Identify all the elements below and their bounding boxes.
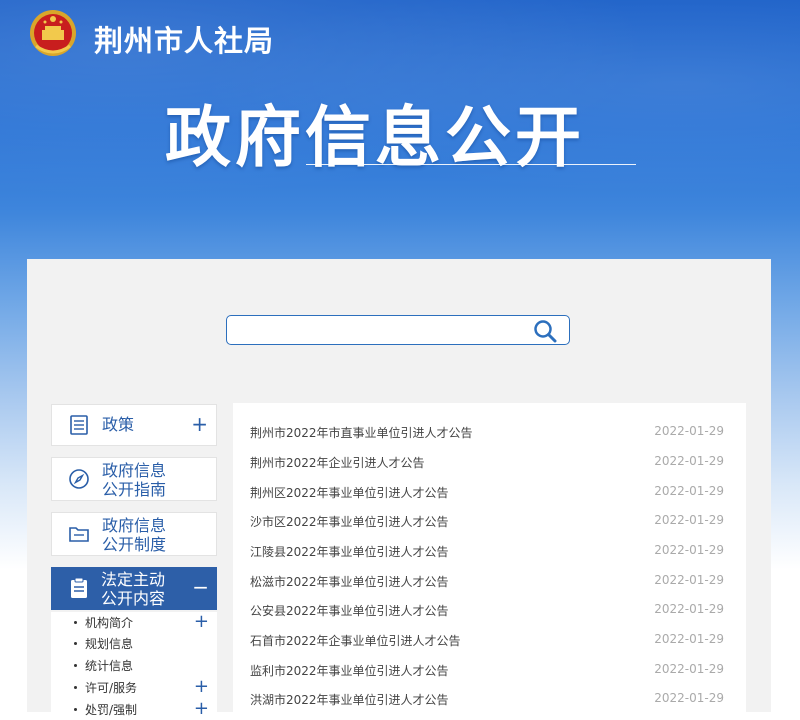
sidebar-item-policy[interactable]: 政策 + xyxy=(51,404,217,446)
article-date: 2022-01-29 xyxy=(654,632,724,646)
list-item[interactable]: 沙市区2022年事业单位引进人才公告 2022-01-29 xyxy=(233,507,746,537)
bullet-icon xyxy=(74,686,77,689)
expand-plus-icon[interactable]: + xyxy=(194,612,209,632)
sidebar-item-system[interactable]: 政府信息 公开制度 xyxy=(51,512,217,556)
article-title-link[interactable]: 石首市2022年企事业单位引进人才公告 xyxy=(250,632,461,649)
article-title-link[interactable]: 荆州区2022年事业单位引进人才公告 xyxy=(250,484,449,501)
sub-item-statistics[interactable]: 统计信息 xyxy=(51,655,217,676)
article-date: 2022-01-29 xyxy=(654,602,724,616)
article-title-link[interactable]: 监利市2022年事业单位引进人才公告 xyxy=(250,662,449,679)
bullet-icon xyxy=(74,621,77,624)
sidebar-sub-list: 机构简介 + 规划信息 统计信息 许可/服务 + 处罚/强制 + xyxy=(51,612,217,719)
compass-icon xyxy=(69,469,89,489)
bullet-icon xyxy=(74,642,77,645)
list-item[interactable]: 松滋市2022年事业单位引进人才公告 2022-01-29 xyxy=(233,567,746,597)
expand-plus-icon[interactable]: + xyxy=(191,414,208,434)
search-icon[interactable] xyxy=(533,319,557,343)
expand-plus-icon[interactable]: + xyxy=(194,677,209,697)
clipboard-icon xyxy=(71,577,87,598)
article-date: 2022-01-29 xyxy=(654,424,724,438)
document-list-icon xyxy=(70,415,88,435)
sidebar-item-label: 公开指南 xyxy=(102,480,167,499)
list-item[interactable]: 石首市2022年企事业单位引进人才公告 2022-01-29 xyxy=(233,626,746,656)
article-list: 荆州市2022年市直事业单位引进人才公告 2022-01-29 荆州市2022年… xyxy=(233,403,746,712)
sidebar-item-label: 公开内容 xyxy=(101,589,166,608)
sidebar-item-label: 公开制度 xyxy=(102,535,167,554)
article-date: 2022-01-29 xyxy=(654,573,724,587)
national-emblem-icon xyxy=(30,10,76,56)
sidebar-item-label: 法定主动 xyxy=(101,570,166,589)
article-title-link[interactable]: 江陵县2022年事业单位引进人才公告 xyxy=(250,543,449,560)
article-title-link[interactable]: 松滋市2022年事业单位引进人才公告 xyxy=(250,573,449,590)
article-date: 2022-01-29 xyxy=(654,484,724,498)
list-item[interactable]: 监利市2022年事业单位引进人才公告 2022-01-29 xyxy=(233,656,746,686)
collapse-minus-icon[interactable]: − xyxy=(192,577,209,597)
article-title-link[interactable]: 荆州市2022年企业引进人才公告 xyxy=(250,454,425,471)
search-box xyxy=(226,315,570,345)
bullet-icon xyxy=(74,664,77,667)
article-title-link[interactable]: 公安县2022年事业单位引进人才公告 xyxy=(250,602,449,619)
article-date: 2022-01-29 xyxy=(654,543,724,557)
article-date: 2022-01-29 xyxy=(654,691,724,705)
sub-item-org-intro[interactable]: 机构简介 + xyxy=(51,612,217,633)
sub-item-label: 统计信息 xyxy=(85,659,134,673)
page-title: 政府信息公开 xyxy=(165,99,585,176)
sidebar-item-guide[interactable]: 政府信息 公开指南 xyxy=(51,457,217,501)
list-item[interactable]: 洪湖市2022年事业单位引进人才公告 2022-01-29 xyxy=(233,685,746,715)
site-name[interactable]: 荆州市人社局 xyxy=(94,18,274,60)
sub-item-label: 许可/服务 xyxy=(85,681,138,695)
expand-plus-icon[interactable]: + xyxy=(194,699,209,719)
sidebar-item-label: 政府信息 xyxy=(102,516,167,535)
sidebar-item-label: 政府信息 xyxy=(102,461,167,480)
list-item[interactable]: 荆州区2022年事业单位引进人才公告 2022-01-29 xyxy=(233,478,746,508)
list-item[interactable]: 江陵县2022年事业单位引进人才公告 2022-01-29 xyxy=(233,537,746,567)
article-title-link[interactable]: 洪湖市2022年事业单位引进人才公告 xyxy=(250,691,449,708)
article-date: 2022-01-29 xyxy=(654,513,724,527)
article-title-link[interactable]: 荆州市2022年市直事业单位引进人才公告 xyxy=(250,424,473,441)
article-date: 2022-01-29 xyxy=(654,662,724,676)
sub-item-permits[interactable]: 许可/服务 + xyxy=(51,677,217,698)
search-input[interactable] xyxy=(235,320,529,342)
list-item[interactable]: 荆州市2022年企业引进人才公告 2022-01-29 xyxy=(233,448,746,478)
sub-item-penalties[interactable]: 处罚/强制 + xyxy=(51,699,217,720)
sub-item-planning[interactable]: 规划信息 xyxy=(51,633,217,654)
sidebar-item-mandatory-disclosure[interactable]: 法定主动 公开内容 − xyxy=(51,567,217,610)
bullet-icon xyxy=(74,708,77,711)
title-underline xyxy=(306,164,636,165)
folder-icon xyxy=(69,527,89,542)
article-title-link[interactable]: 沙市区2022年事业单位引进人才公告 xyxy=(250,513,449,530)
sub-item-label: 机构简介 xyxy=(85,616,134,630)
list-item[interactable]: 荆州市2022年市直事业单位引进人才公告 2022-01-29 xyxy=(233,418,746,448)
article-date: 2022-01-29 xyxy=(654,454,724,468)
sidebar-item-label: 政策 xyxy=(102,415,135,434)
sub-item-label: 处罚/强制 xyxy=(85,703,138,717)
sub-item-label: 规划信息 xyxy=(85,637,134,651)
list-item[interactable]: 公安县2022年事业单位引进人才公告 2022-01-29 xyxy=(233,596,746,626)
